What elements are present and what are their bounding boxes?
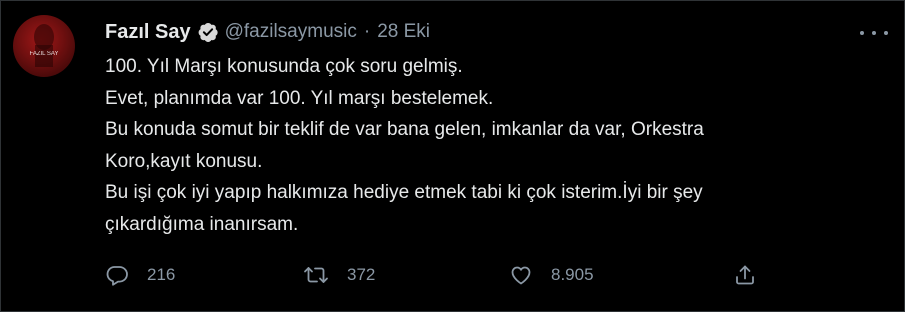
tweet-header: Fazıl Say @fazilsaymusic · 28 Eki: [105, 19, 430, 45]
reply-button[interactable]: 216: [105, 261, 175, 289]
handle[interactable]: @fazilsaymusic: [225, 21, 357, 43]
separator-dot: ·: [363, 21, 371, 42]
like-button[interactable]: 8.905: [509, 261, 594, 289]
tweet-text-line: Evet, planımda var 100. Yıl marşı bestel…: [105, 87, 494, 109]
tweet-text-line: çıkardığıma inanırsam.: [105, 213, 299, 235]
share-button[interactable]: [733, 261, 757, 289]
share-icon: [733, 263, 757, 287]
retweet-icon: [303, 263, 329, 287]
avatar[interactable]: FAZIL SAY: [13, 15, 75, 77]
action-bar: 216 372 8.905: [105, 261, 775, 289]
display-name[interactable]: Fazıl Say: [105, 21, 191, 44]
verified-badge-icon: [197, 21, 219, 43]
more-dots-icon[interactable]: [860, 23, 888, 43]
tweet-text-line: Koro,kayıt konusu.: [105, 150, 263, 172]
retweet-button[interactable]: 372: [303, 261, 375, 289]
reply-count: 216: [147, 265, 176, 284]
tweet-text: 100. Yıl Marşı konusunda çok soru gelmiş…: [105, 51, 845, 240]
heart-icon: [509, 263, 533, 287]
tweet-text-line: 100. Yıl Marşı konusunda çok soru gelmiş…: [105, 56, 463, 77]
avatar-logo-text: FAZIL SAY: [29, 51, 58, 57]
timestamp[interactable]: 28 Eki: [377, 21, 430, 43]
retweet-count: 372: [347, 265, 376, 284]
like-count: 8.905: [551, 265, 594, 284]
tweet-card[interactable]: FAZIL SAY Fazıl Say @fazilsaymusic · 28 …: [0, 0, 905, 312]
reply-icon: [105, 263, 129, 287]
tweet-text-line: Bu işi çok iyi yapıp halkımıza hediye et…: [105, 182, 703, 203]
tweet-text-line: Bu konuda somut bir teklif de var bana g…: [105, 119, 704, 140]
